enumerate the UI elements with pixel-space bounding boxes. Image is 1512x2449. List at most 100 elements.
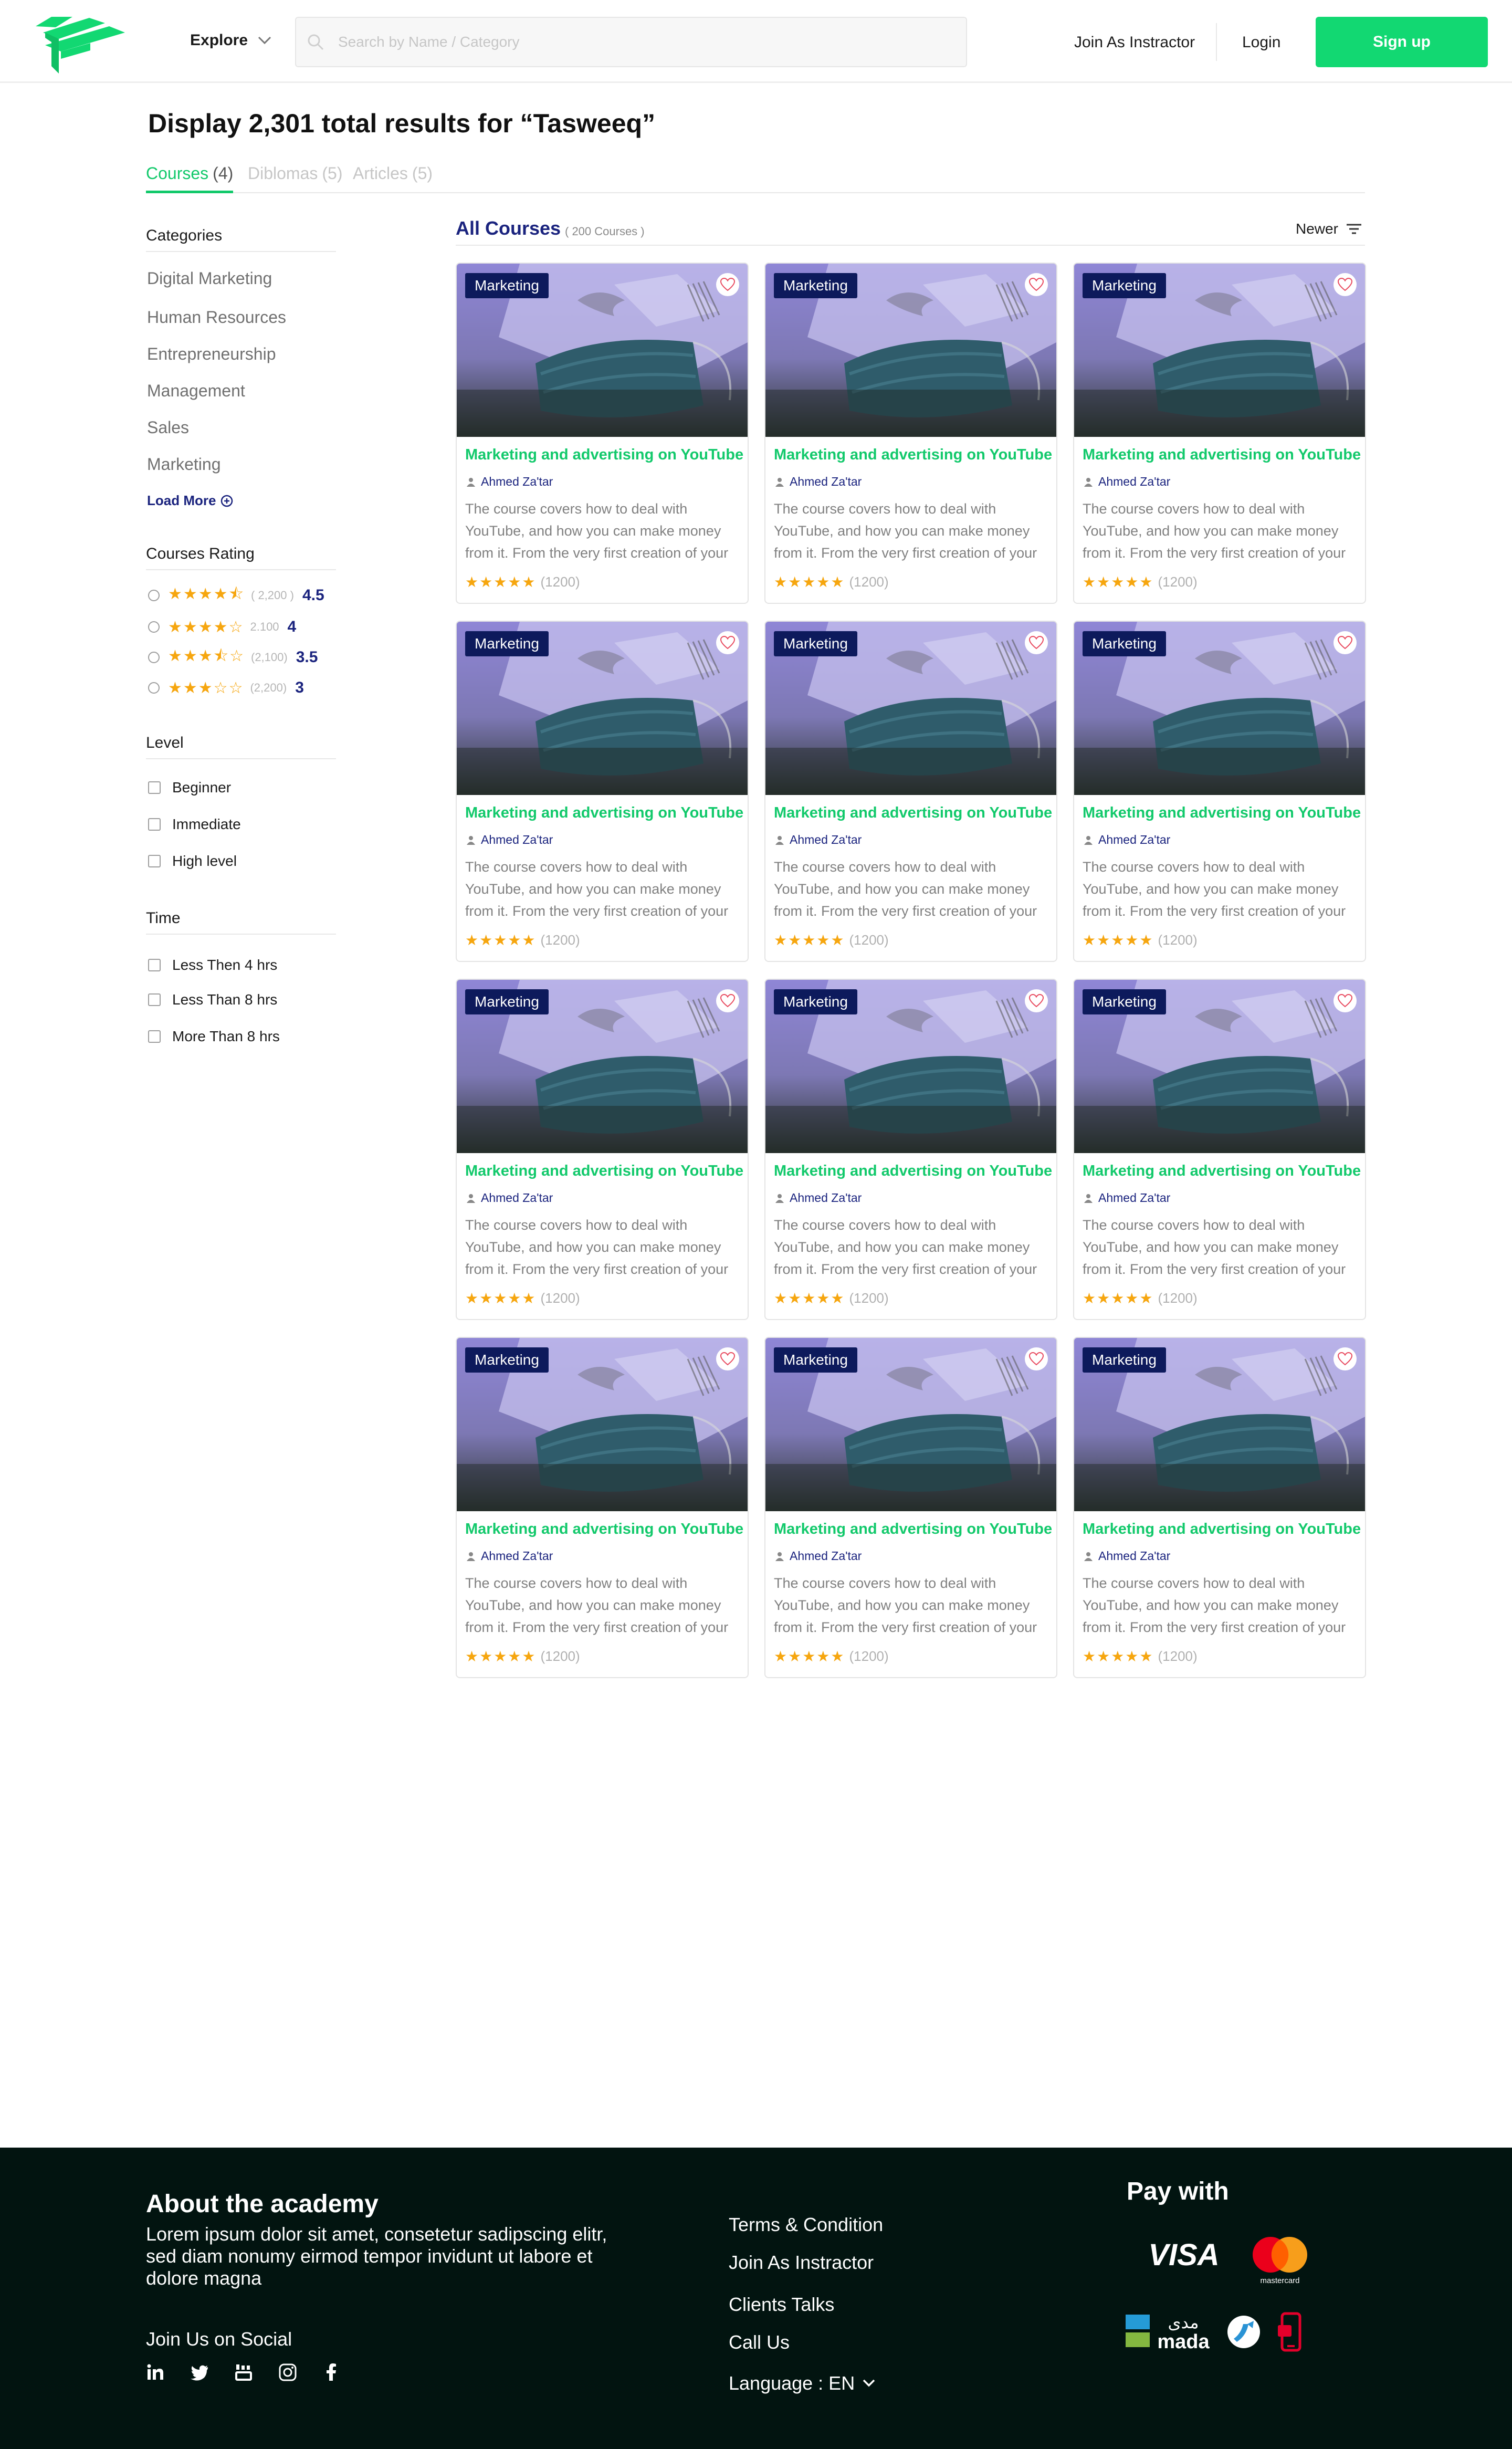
level-option[interactable]: Immediate (148, 816, 241, 833)
course-author[interactable]: Ahmed Za'tar (466, 1549, 553, 1563)
favorite-button[interactable] (1334, 631, 1357, 654)
time-option[interactable]: Less Then 4 hrs (148, 957, 277, 974)
checkbox[interactable] (148, 818, 161, 831)
radio-button[interactable] (148, 621, 160, 633)
course-title[interactable]: Marketing and advertising on YouTube (774, 804, 1052, 822)
course-title[interactable]: Marketing and advertising on YouTube (1083, 804, 1361, 822)
category-link[interactable]: Digital Marketing (147, 269, 272, 288)
checkbox[interactable] (148, 959, 161, 971)
course-title[interactable]: Marketing and advertising on YouTube (465, 446, 743, 464)
favorite-button[interactable] (1334, 989, 1357, 1012)
checkbox[interactable] (148, 1030, 161, 1043)
category-link[interactable]: Human Resources (147, 308, 286, 327)
course-author[interactable]: Ahmed Za'tar (1084, 833, 1170, 847)
course-author[interactable]: Ahmed Za'tar (466, 475, 553, 489)
category-badge[interactable]: Marketing (465, 989, 549, 1014)
favorite-button[interactable] (1025, 1347, 1048, 1370)
category-badge[interactable]: Marketing (465, 273, 549, 298)
category-badge[interactable]: Marketing (1083, 989, 1166, 1014)
category-badge[interactable]: Marketing (774, 631, 857, 656)
load-more-button[interactable]: Load More (147, 493, 234, 509)
category-badge[interactable]: Marketing (774, 1347, 857, 1373)
course-author[interactable]: Ahmed Za'tar (466, 1191, 553, 1205)
search-bar[interactable] (295, 17, 967, 67)
favorite-button[interactable] (1334, 1347, 1357, 1370)
tab-articles[interactable]: Articles (5) (353, 164, 433, 191)
category-badge[interactable]: Marketing (774, 989, 857, 1014)
rating-option[interactable]: ★★★⯪☆ (2,100) 3.5 (148, 647, 318, 668)
course-title[interactable]: Marketing and advertising on YouTube (774, 1163, 1052, 1180)
category-badge[interactable]: Marketing (774, 273, 857, 298)
category-link[interactable]: Marketing (147, 455, 221, 474)
course-title[interactable]: Marketing and advertising on YouTube (1083, 1163, 1361, 1180)
checkbox[interactable] (148, 993, 161, 1006)
favorite-button[interactable] (716, 631, 739, 654)
category-badge[interactable]: Marketing (1083, 1347, 1166, 1373)
radio-button[interactable] (148, 652, 160, 663)
time-option[interactable]: Less Than 8 hrs (148, 991, 277, 1008)
favorite-button[interactable] (716, 273, 739, 296)
favorite-button[interactable] (1334, 273, 1357, 296)
explore-menu[interactable]: Explore (190, 32, 272, 49)
course-title[interactable]: Marketing and advertising on YouTube (774, 1521, 1052, 1538)
course-card[interactable]: Marketing Marketing and advertising on Y… (1073, 621, 1366, 962)
course-author[interactable]: Ahmed Za'tar (775, 475, 862, 489)
course-card[interactable]: Marketing Marketing and advertising on Y… (456, 263, 749, 604)
course-title[interactable]: Marketing and advertising on YouTube (774, 446, 1052, 464)
course-author[interactable]: Ahmed Za'tar (1084, 475, 1170, 489)
course-title[interactable]: Marketing and advertising on YouTube (1083, 446, 1361, 464)
course-author[interactable]: Ahmed Za'tar (775, 1549, 862, 1563)
course-card[interactable]: Marketing Marketing and advertising on Y… (456, 1337, 749, 1678)
youtube-icon[interactable] (234, 2363, 253, 2382)
course-card[interactable]: Marketing Marketing and advertising on Y… (764, 1337, 1057, 1678)
category-link[interactable]: Entrepreneurship (147, 344, 276, 364)
favorite-button[interactable] (1025, 273, 1048, 296)
course-card[interactable]: Marketing Marketing and advertising on Y… (1073, 979, 1366, 1320)
course-card[interactable]: Marketing Marketing and advertising on Y… (764, 621, 1057, 962)
course-title[interactable]: Marketing and advertising on YouTube (465, 1521, 743, 1538)
category-link[interactable]: Management (147, 381, 245, 401)
footer-link-call[interactable]: Call Us (729, 2331, 790, 2353)
course-title[interactable]: Marketing and advertising on YouTube (1083, 1521, 1361, 1538)
tab-courses[interactable]: Courses (4) (146, 164, 234, 193)
radio-button[interactable] (148, 590, 160, 601)
favorite-button[interactable] (1025, 989, 1048, 1012)
course-author[interactable]: Ahmed Za'tar (1084, 1191, 1170, 1205)
rating-option[interactable]: ★★★☆☆ (2,200) 3 (148, 677, 304, 698)
tab-diblomas[interactable]: Diblomas (5) (248, 164, 342, 191)
checkbox[interactable] (148, 781, 161, 794)
time-option[interactable]: More Than 8 hrs (148, 1028, 280, 1045)
course-card[interactable]: Marketing Marketing and advertising on Y… (1073, 263, 1366, 604)
course-title[interactable]: Marketing and advertising on YouTube (465, 1163, 743, 1180)
category-badge[interactable]: Marketing (465, 631, 549, 656)
search-input[interactable] (338, 34, 958, 50)
instagram-icon[interactable] (278, 2363, 297, 2382)
favorite-button[interactable] (716, 989, 739, 1012)
checkbox[interactable] (148, 855, 161, 867)
level-option[interactable]: Beginner (148, 779, 231, 796)
radio-button[interactable] (148, 682, 160, 694)
course-author[interactable]: Ahmed Za'tar (775, 1191, 862, 1205)
sort-dropdown[interactable]: Newer (1296, 221, 1362, 237)
linkedin-icon[interactable] (146, 2363, 165, 2382)
course-card[interactable]: Marketing Marketing and advertising on Y… (1073, 1337, 1366, 1678)
academy-logo[interactable] (36, 12, 130, 75)
category-badge[interactable]: Marketing (1083, 631, 1166, 656)
category-link[interactable]: Sales (147, 418, 189, 437)
course-author[interactable]: Ahmed Za'tar (775, 833, 862, 847)
course-card[interactable]: Marketing Marketing and advertising on Y… (764, 979, 1057, 1320)
rating-option[interactable]: ★★★★☆ 2.100 4 (148, 616, 296, 637)
twitter-icon[interactable] (190, 2363, 209, 2382)
course-card[interactable]: Marketing Marketing and advertising on Y… (764, 263, 1057, 604)
facebook-icon[interactable] (322, 2363, 341, 2382)
login-link[interactable]: Login (1242, 34, 1280, 51)
favorite-button[interactable] (716, 1347, 739, 1370)
signup-button[interactable]: Sign up (1316, 17, 1488, 67)
course-author[interactable]: Ahmed Za'tar (466, 833, 553, 847)
course-card[interactable]: Marketing Marketing and advertising on Y… (456, 621, 749, 962)
language-selector[interactable]: Language : EN (729, 2372, 876, 2394)
join-instructor-link[interactable]: Join As Instractor (1074, 34, 1195, 51)
course-card[interactable]: Marketing Marketing and advertising on Y… (456, 979, 749, 1320)
favorite-button[interactable] (1025, 631, 1048, 654)
category-badge[interactable]: Marketing (1083, 273, 1166, 298)
